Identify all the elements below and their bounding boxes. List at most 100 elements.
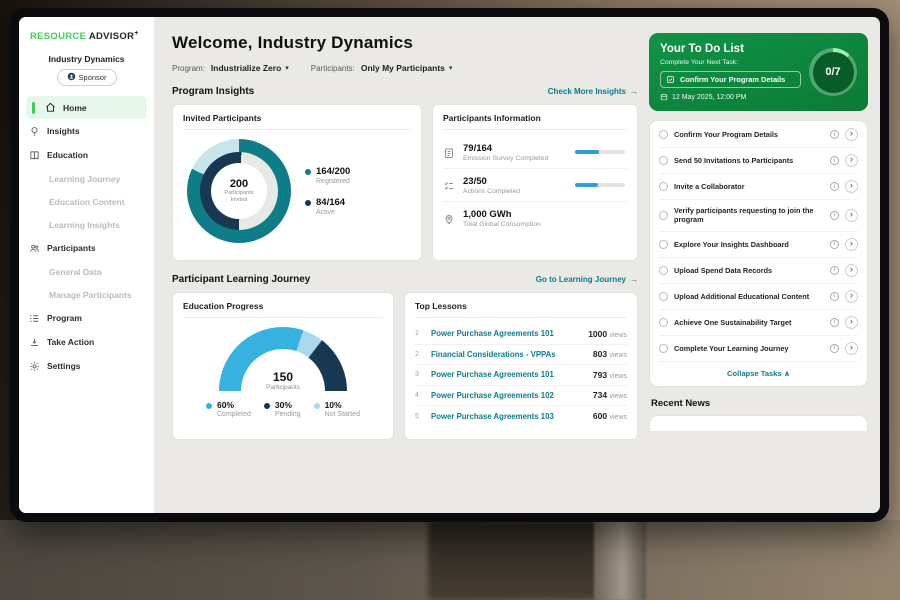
sidebar: RESOURCE ADVISOR+ Industry Dynamics Spon…	[19, 17, 155, 513]
chevron-right-icon[interactable]: ›	[845, 180, 858, 193]
lesson-row: 5 Power Purchase Agreements 103 600 view…	[415, 406, 627, 427]
task-checkbox[interactable]	[659, 211, 668, 220]
top-lessons-card: Top Lessons 1 Power Purchase Agreements …	[404, 292, 638, 440]
sidebar-item-label: Home	[63, 103, 87, 113]
sidebar-item-label: Settings	[47, 361, 81, 371]
participants-dropdown[interactable]: Only My Participants ▾	[361, 63, 453, 73]
sidebar-item-participants[interactable]: Participants	[19, 236, 154, 260]
info-icon: i	[830, 318, 839, 327]
sidebar-item-home[interactable]: Home	[26, 96, 147, 119]
task-checkbox[interactable]	[659, 266, 668, 275]
logo-plus: +	[134, 30, 138, 37]
page-title: Welcome, Industry Dynamics	[172, 33, 638, 53]
task-checkbox[interactable]	[659, 344, 668, 353]
chevron-right-icon[interactable]: ›	[845, 264, 858, 277]
info-icon: i	[830, 156, 839, 165]
task-row[interactable]: Upload Additional Educational Content i …	[659, 284, 858, 310]
progress-bar	[575, 150, 625, 154]
task-row[interactable]: Upload Spend Data Records i ›	[659, 258, 858, 284]
sidebar-item-take-action[interactable]: Take Action	[19, 330, 154, 354]
legend-dot	[314, 403, 320, 409]
education-progress-card: Education Progress 150 Participants	[172, 292, 394, 440]
chevron-right-icon[interactable]: ›	[845, 238, 858, 251]
task-row[interactable]: Confirm Your Program Details i ›	[659, 122, 858, 148]
invited-participants-card: Invited Participants 200 Participants In…	[172, 104, 422, 261]
org-name: Industry Dynamics	[19, 54, 154, 64]
program-dropdown[interactable]: Industrialize Zero ▾	[211, 63, 289, 73]
task-row[interactable]: Complete Your Learning Journey i ›	[659, 336, 858, 362]
home-icon	[45, 102, 56, 113]
task-checkbox[interactable]	[659, 130, 668, 139]
participants-dropdown-value: Only My Participants	[361, 63, 445, 73]
collapse-tasks-button[interactable]: Collapse Tasks ∧	[659, 362, 858, 385]
sidebar-item-education[interactable]: Education	[19, 143, 154, 167]
lesson-link[interactable]: Power Purchase Agreements 102	[431, 391, 585, 400]
info-icon: i	[830, 211, 839, 220]
sidebar-item-learning-insights[interactable]: Learning Insights	[19, 213, 154, 236]
info-icon: i	[830, 240, 839, 249]
lesson-row: 3 Power Purchase Agreements 101 793 view…	[415, 365, 627, 386]
sidebar-item-program[interactable]: Program	[19, 306, 154, 330]
todo-progress-count: 0/7	[825, 66, 840, 78]
legend-active: 84/164 Active	[305, 197, 350, 216]
go-to-learning-journey-link[interactable]: Go to Learning Journey →	[536, 275, 638, 284]
lesson-link[interactable]: Financial Considerations - VPPAs	[431, 350, 585, 359]
legend-completed: 60% Completed	[206, 400, 251, 418]
sponsor-icon	[67, 72, 76, 83]
check-more-insights-link[interactable]: Check More Insights →	[548, 87, 638, 96]
filter-bar: Program: Industrialize Zero ▾ Participan…	[172, 63, 638, 73]
legend-registered: 164/200 Registered	[305, 166, 350, 185]
chevron-right-icon[interactable]: ›	[845, 316, 858, 329]
chevron-right-icon[interactable]: ›	[845, 342, 858, 355]
task-checkbox[interactable]	[659, 182, 668, 191]
lesson-link[interactable]: Power Purchase Agreements 101	[431, 370, 585, 379]
legend-pending: 30% Pending	[264, 400, 301, 418]
arrow-right-icon: →	[630, 87, 638, 96]
chevron-right-icon[interactable]: ›	[845, 128, 858, 141]
task-row[interactable]: Send 50 Invitations to Participants i ›	[659, 148, 858, 174]
todo-panel: Your To Do List Complete Your Next Task:…	[649, 17, 880, 513]
stat-row-consumption: 1,000 GWh Total Global Consumption	[443, 201, 627, 234]
lesson-link[interactable]: Power Purchase Agreements 101	[431, 329, 580, 338]
download-icon	[29, 337, 40, 348]
list-icon	[29, 313, 40, 324]
sidebar-item-general-data[interactable]: General Data	[19, 260, 154, 283]
info-icon: i	[830, 182, 839, 191]
checkbox-check-icon	[666, 75, 675, 84]
sidebar-item-learning-journey[interactable]: Learning Journey	[19, 167, 154, 190]
sidebar-item-manage-participants[interactable]: Manage Participants	[19, 283, 154, 306]
people-icon	[29, 243, 40, 254]
sidebar-item-insights[interactable]: Insights	[19, 119, 154, 143]
task-checkbox[interactable]	[659, 156, 668, 165]
lesson-link[interactable]: Power Purchase Agreements 103	[431, 412, 585, 421]
task-row[interactable]: Achieve One Sustainability Target i ›	[659, 310, 858, 336]
task-row[interactable]: Invite a Collaborator i ›	[659, 174, 858, 200]
calendar-icon	[660, 93, 668, 101]
card-title: Top Lessons	[415, 301, 627, 318]
chevron-right-icon[interactable]: ›	[845, 209, 858, 222]
task-checkbox[interactable]	[659, 292, 668, 301]
sidebar-item-education-content[interactable]: Education Content	[19, 190, 154, 213]
task-checkbox[interactable]	[659, 318, 668, 327]
monitor-stand	[594, 520, 646, 600]
sidebar-nav: Home Insights Education Learning Journey…	[19, 96, 154, 378]
chevron-right-icon[interactable]: ›	[845, 154, 858, 167]
card-title: Education Progress	[183, 301, 383, 318]
lesson-row: 2 Financial Considerations - VPPAs 803 v…	[415, 345, 627, 366]
sidebar-item-label: Education	[47, 150, 88, 160]
legend-dot	[264, 403, 270, 409]
stat-row-emission-survey: 79/164 Emission Survey Completed	[443, 136, 627, 168]
learning-journey-heading: Participant Learning Journey	[172, 274, 310, 285]
next-task-row[interactable]: Confirm Your Program Details	[660, 71, 801, 88]
sponsor-badge[interactable]: Sponsor	[57, 69, 117, 86]
chevron-right-icon[interactable]: ›	[845, 290, 858, 303]
task-row[interactable]: Verify participants requesting to join t…	[659, 200, 858, 232]
sidebar-item-label: Learning Insights	[49, 220, 120, 230]
sidebar-item-label: Insights	[47, 126, 80, 136]
lesson-views: 793 views	[593, 370, 627, 380]
sidebar-item-label: Program	[47, 313, 82, 323]
lightbulb-icon	[29, 126, 40, 137]
task-row[interactable]: Explore Your Insights Dashboard i ›	[659, 232, 858, 258]
task-checkbox[interactable]	[659, 240, 668, 249]
sidebar-item-settings[interactable]: Settings	[19, 354, 154, 378]
